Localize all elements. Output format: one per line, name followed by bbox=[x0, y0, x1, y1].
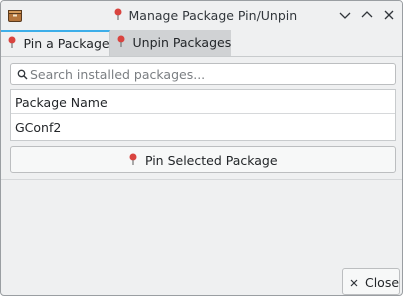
search-field[interactable] bbox=[10, 63, 396, 85]
pin-icon bbox=[128, 153, 142, 168]
dialog-window: Manage Package Pin/Unpin Pin a Package U… bbox=[0, 0, 403, 296]
maximize-icon[interactable] bbox=[359, 7, 375, 23]
pin-button-label: Pin Selected Package bbox=[144, 153, 278, 168]
pin-icon bbox=[116, 35, 130, 50]
titlebar[interactable]: Manage Package Pin/Unpin bbox=[1, 1, 402, 30]
close-button-label: Close bbox=[364, 275, 400, 290]
column-header-package-name[interactable]: Package Name bbox=[11, 90, 395, 114]
tab-label: Pin a Package bbox=[23, 36, 110, 51]
package-box-icon bbox=[7, 7, 23, 23]
tab-pin-a-package[interactable]: Pin a Package bbox=[1, 30, 110, 56]
tab-label: Unpin Packages bbox=[132, 35, 232, 50]
table-row[interactable]: GConf2 bbox=[11, 115, 395, 139]
pin-panel: Package Name GConf2 Pin Selected Package bbox=[3, 57, 400, 179]
window-title-text: Manage Package Pin/Unpin bbox=[128, 8, 298, 23]
tab-unpin-packages[interactable]: Unpin Packages bbox=[110, 30, 231, 56]
search-icon bbox=[17, 69, 28, 80]
package-table: Package Name GConf2 bbox=[10, 89, 396, 141]
close-window-icon[interactable] bbox=[381, 7, 397, 23]
pin-icon bbox=[113, 8, 127, 23]
search-input[interactable] bbox=[30, 65, 390, 83]
close-x-icon bbox=[350, 275, 362, 290]
close-button[interactable]: Close bbox=[342, 268, 400, 295]
tab-bar: Pin a Package Unpin Packages bbox=[1, 30, 402, 56]
minimize-icon[interactable] bbox=[337, 7, 353, 23]
window-title: Manage Package Pin/Unpin bbox=[113, 8, 297, 23]
panel-divider bbox=[1, 179, 402, 180]
pin-icon bbox=[7, 36, 21, 51]
pin-selected-package-button[interactable]: Pin Selected Package bbox=[10, 146, 396, 173]
